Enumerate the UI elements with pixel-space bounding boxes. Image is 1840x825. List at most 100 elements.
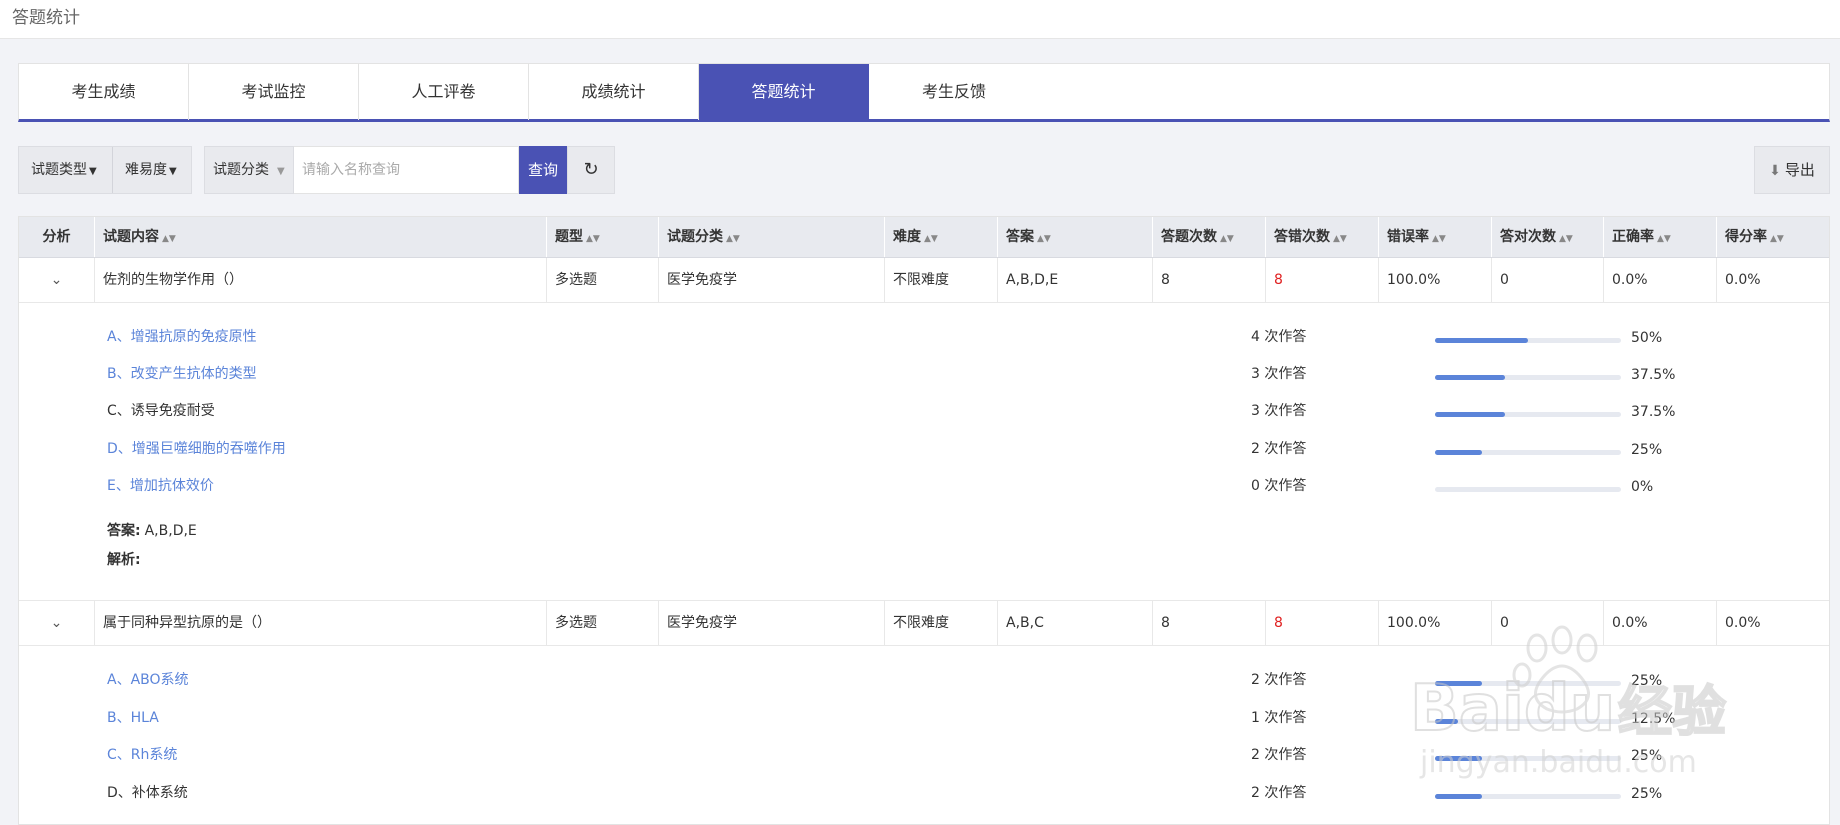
question-category: 医学免疫学 [659, 258, 885, 302]
analysis-label: 解析: [107, 552, 141, 568]
tab-exam-monitor[interactable]: 考试监控 [189, 64, 359, 120]
question-type-label: 试题类型 [31, 162, 87, 178]
download-icon: ⬇ [1769, 163, 1781, 179]
col-correct-rate[interactable]: 正确率 ▲▼ [1604, 217, 1717, 257]
correct-rate: 0.0% [1604, 258, 1717, 302]
option-progress-fill [1435, 375, 1505, 380]
question-difficulty: 不限难度 [885, 258, 998, 302]
col-difficulty[interactable]: 难度 ▲▼ [885, 217, 998, 257]
sort-icon: ▲▼ [1559, 234, 1573, 244]
option-progress-fill [1435, 338, 1528, 343]
sort-icon: ▲▼ [586, 234, 600, 244]
option-e-link[interactable]: E、增加抗体效价 [107, 476, 214, 496]
caret-down-icon: ▼ [277, 166, 285, 177]
analysis-line: 解析: [107, 550, 145, 570]
option-progress-fill [1435, 719, 1459, 724]
attempt-count: 8 [1153, 601, 1266, 645]
option-progress-bar [1435, 756, 1621, 761]
score-rate: 0.0% [1725, 615, 1761, 631]
col-error-rate[interactable]: 错误率 ▲▼ [1379, 217, 1492, 257]
wrong-count: 8 [1266, 601, 1379, 645]
refresh-icon: ↻ [583, 159, 599, 180]
query-button[interactable]: 查询 [519, 146, 567, 194]
tab-feedback[interactable]: 考生反馈 [869, 64, 1039, 120]
question-category: 医学免疫学 [659, 601, 885, 645]
category-label: 试题分类 [213, 162, 269, 178]
option-a-link[interactable]: A、增强抗原的免疫原性 [107, 327, 257, 347]
option-progress-bar [1435, 375, 1621, 380]
correct-rate: 0.0% [1604, 601, 1717, 645]
answer-line: 答案: A,B,D,E [107, 521, 197, 541]
col-answer[interactable]: 答案 ▲▼ [998, 217, 1153, 257]
correct-count: 0 [1492, 258, 1604, 302]
attempt-count: 8 [1153, 258, 1266, 302]
question-content: 属于同种异型抗原的是（） [95, 601, 547, 645]
option-count: 2 次作答 [1251, 785, 1307, 801]
refresh-button[interactable]: ↻ [567, 146, 615, 194]
question-answer: A,B,C [998, 601, 1153, 645]
tab-answer-stats[interactable]: 答题统计 [699, 64, 869, 120]
option-count: 2 次作答 [1251, 747, 1307, 763]
table-row: ⌄ 佐剂的生物学作用（） 多选题 医学免疫学 不限难度 A,B,D,E 8 8 … [19, 258, 1829, 303]
expand-toggle[interactable]: ⌄ [19, 601, 95, 645]
col-attempts[interactable]: 答题次数 ▲▼ [1153, 217, 1266, 257]
sort-icon: ▲▼ [1770, 234, 1784, 244]
col-wrong[interactable]: 答错次数 ▲▼ [1266, 217, 1379, 257]
option-count: 3 次作答 [1251, 366, 1307, 382]
error-rate: 100.0% [1379, 601, 1492, 645]
category-dropdown[interactable]: 试题分类 ▼ [204, 146, 294, 194]
export-button[interactable]: ⬇ 导出 [1754, 146, 1830, 194]
col-correct[interactable]: 答对次数 ▲▼ [1492, 217, 1604, 257]
option-c-link[interactable]: C、Rh系统 [107, 745, 177, 765]
question-answer: A,B,D,E [998, 258, 1153, 302]
option-progress-bar [1435, 681, 1621, 686]
col-type[interactable]: 题型 ▲▼ [547, 217, 659, 257]
option-count: 2 次作答 [1251, 441, 1307, 457]
option-progress-bar [1435, 338, 1621, 343]
category-select[interactable]: 试题分类 ▼ [205, 147, 293, 193]
filter-dropdown-group: 试题类型 ▼ 难易度 ▼ [18, 146, 192, 194]
option-count: 2 次作答 [1251, 672, 1307, 688]
stats-table: 分析 试题内容 ▲▼ 题型 ▲▼ 试题分类 ▲▼ 难度 ▲▼ 答案 ▲▼ 答题次数 ▲▼ 答… [18, 216, 1830, 825]
difficulty-dropdown[interactable]: 难易度 ▼ [113, 147, 191, 193]
export-label: 导出 [1784, 161, 1815, 179]
question-detail: A、增强抗原的免疫原性 4 次作答 50% B、改变产生抗体的类型 3 次作答 … [19, 303, 1829, 601]
option-b-link[interactable]: B、改变产生抗体的类型 [107, 364, 257, 384]
option-percent: 37.5% [1631, 404, 1676, 420]
answer-value: A,B,D,E [144, 523, 197, 539]
difficulty-label: 难易度 [125, 162, 167, 178]
option-count: 0 次作答 [1251, 478, 1307, 494]
error-rate: 100.0% [1379, 258, 1492, 302]
table-row: ⌄ 属于同种异型抗原的是（） 多选题 医学免疫学 不限难度 A,B,C 8 8 … [19, 601, 1829, 646]
option-count: 1 次作答 [1251, 710, 1307, 726]
wrong-count: 8 [1266, 258, 1379, 302]
option-a-link[interactable]: A、ABO系统 [107, 670, 189, 690]
option-progress-bar [1435, 450, 1621, 455]
option-percent: 25% [1631, 673, 1663, 689]
question-type-dropdown[interactable]: 试题类型 ▼ [19, 147, 113, 193]
tab-score-stats[interactable]: 成绩统计 [529, 64, 699, 120]
option-b-link[interactable]: B、HLA [107, 708, 159, 728]
sort-icon: ▲▼ [726, 234, 740, 244]
col-analysis: 分析 [19, 217, 95, 257]
caret-down-icon: ▼ [169, 166, 177, 177]
tab-exam-scores[interactable]: 考生成绩 [19, 64, 189, 120]
caret-down-icon: ▼ [89, 166, 97, 177]
option-percent: 50% [1631, 330, 1663, 346]
option-percent: 25% [1631, 748, 1663, 764]
col-category[interactable]: 试题分类 ▲▼ [659, 217, 885, 257]
option-progress-fill [1435, 794, 1482, 799]
option-progress-fill [1435, 756, 1482, 761]
option-percent: 37.5% [1631, 367, 1676, 383]
expand-toggle[interactable]: ⌄ [19, 258, 95, 302]
search-input[interactable] [294, 146, 519, 194]
option-percent: 0% [1631, 479, 1654, 495]
tab-manual-grading[interactable]: 人工评卷 [359, 64, 529, 120]
question-content: 佐剂的生物学作用（） [95, 258, 547, 302]
page-title: 答题统计 [0, 0, 1840, 39]
col-content[interactable]: 试题内容 ▲▼ [95, 217, 547, 257]
col-score-rate[interactable]: 得分率 ▲▼ [1717, 217, 1829, 257]
sort-icon: ▲▼ [924, 234, 938, 244]
option-d-link[interactable]: D、增强巨噬细胞的吞噬作用 [107, 439, 286, 459]
option-percent: 25% [1631, 786, 1663, 802]
